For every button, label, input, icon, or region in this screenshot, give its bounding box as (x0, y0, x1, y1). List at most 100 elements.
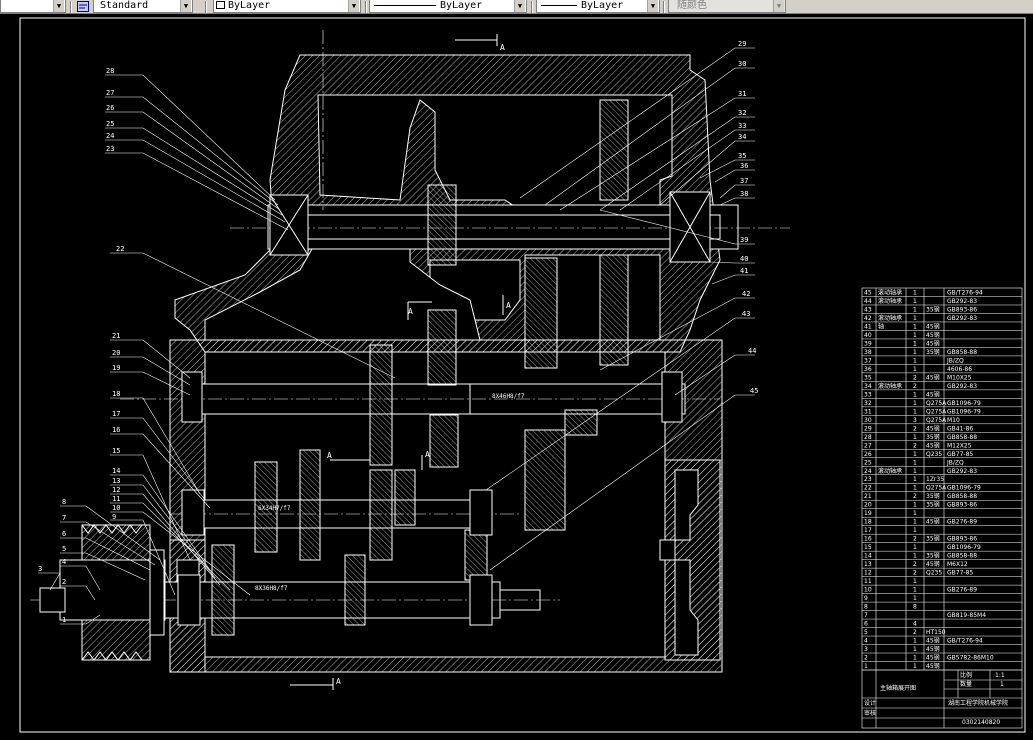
leader-number: 5 (62, 545, 66, 553)
bom-cell-std: GB858-88 (947, 553, 977, 560)
bom-cell-qty: 2 (913, 629, 917, 636)
bom-cell-no: 20 (864, 502, 872, 509)
bom-cell-no: 33 (864, 391, 872, 398)
leader-number: 25 (106, 120, 114, 128)
bom-cell-mat: Q275A (926, 417, 947, 424)
bom-cell-qty: 1 (913, 544, 917, 551)
bom-cell-mat: HT150 (926, 629, 946, 636)
bom-cell-no: 5 (864, 629, 868, 636)
bom-cell-mat: 35钢 (926, 552, 940, 560)
bom-frame (861, 287, 1023, 729)
toolbar-separator (70, 1, 72, 13)
bom-cell-qty: 8 (913, 604, 917, 611)
bom-cell-qty: 1 (913, 391, 917, 398)
bom-cell-std: GB893-86 (947, 536, 977, 543)
bom-cell-no: 35 (864, 374, 872, 381)
bom-cell-qty: 2 (913, 374, 917, 381)
dim-style-value: Standard (100, 0, 149, 11)
bom-cell-mat: 45钢 (926, 645, 940, 653)
bom-cell-no: 42 (864, 315, 872, 322)
leader-number: 14 (112, 467, 120, 475)
text-style-icon[interactable] (77, 1, 89, 12)
bom-cell-qty: 1 (913, 638, 917, 645)
bom-cell-std: GB292-83 (947, 468, 977, 475)
bom-cell-std: GB1096-79 (947, 400, 981, 407)
leader-number: 3 (38, 565, 42, 573)
section-label: A (408, 307, 413, 316)
bom-cell-qty: 1 (913, 519, 917, 526)
bom-cell-name: 滚动轴承 (878, 467, 902, 475)
bom-cell-qty: 1 (913, 306, 917, 313)
bom-cell-qty: 1 (913, 298, 917, 305)
bom-cell-no: 12 (864, 570, 872, 577)
leader-number: 32 (738, 109, 746, 117)
bom-cell-no: 1 (864, 663, 868, 670)
bom-cell-std: GB1096-79 (947, 408, 981, 415)
section-label: A (506, 301, 511, 310)
bom-cell-qty: 2 (913, 493, 917, 500)
leader-number: 11 (112, 495, 120, 503)
leader-number: 26 (106, 104, 114, 112)
text-style-dropdown-left[interactable]: ▼ (0, 0, 66, 13)
chevron-down-icon: ▼ (514, 0, 525, 12)
plotstyle-dropdown[interactable]: 随颜色 ▼ (668, 0, 786, 13)
leader-number: 19 (112, 364, 120, 372)
bom-cell-qty: 2 (913, 570, 917, 577)
leader-number: 30 (738, 60, 746, 68)
bom-cell-std: GB893-86 (947, 306, 977, 313)
bom-cell-no: 45 (864, 289, 872, 296)
linetype-dropdown[interactable]: ByLayer ▼ (369, 0, 527, 13)
bom-cell-no: 31 (864, 408, 872, 415)
bom-cell-no: 25 (864, 459, 872, 466)
bom-cell-qty: 1 (913, 400, 917, 407)
bill-of-materials (861, 287, 1023, 729)
leader-number: 33 (738, 122, 746, 130)
leader-number: 31 (738, 90, 746, 98)
leader-number: 9 (112, 513, 116, 521)
bom-cell-no: 18 (864, 519, 872, 526)
bom-cell-qty: 1 (913, 587, 917, 594)
bom-cell-std: GB5782-86M10 (947, 655, 994, 662)
sheet-label: 数量 (960, 680, 972, 688)
bom-cell-no: 3 (864, 646, 868, 653)
leader-number: 43 (742, 310, 750, 318)
bom-cell-std: GB1096-79 (947, 544, 981, 551)
bom-cell-std: GB292-83 (947, 298, 977, 305)
leader-number: 22 (116, 245, 124, 253)
leader-number: 39 (740, 236, 748, 244)
lineweight-dropdown[interactable]: ByLayer ▼ (536, 0, 660, 13)
bom-cell-std: GB/T276-94 (947, 289, 983, 296)
bom-cell-no: 41 (864, 323, 872, 330)
bom-cell-mat: 45钢 (926, 518, 940, 526)
section-label: A (327, 451, 332, 460)
leader-number: 15 (112, 447, 120, 455)
bom-cell-mat: 45钢 (926, 331, 940, 339)
bom-cell-std: JB/ZQ (946, 357, 964, 364)
dim-style-dropdown[interactable]: Standard ▼ (93, 0, 193, 13)
layer-color-dropdown[interactable]: ByLayer ▼ (213, 0, 361, 13)
bom-cell-qty: 1 (913, 323, 917, 330)
bom-cell-qty: 1 (913, 595, 917, 602)
properties-toolbar: ▼ Standard ▼ ByLayer ▼ ByLayer ▼ ByLayer… (0, 0, 1033, 14)
bom-cell-name: 滚动轴承 (878, 297, 902, 305)
leader-number: 36 (740, 162, 748, 170)
bom-cell-qty: 1 (913, 578, 917, 585)
bom-cell-mat: 45钢 (926, 339, 940, 347)
bom-cell-std: M6X12 (947, 561, 968, 568)
leader-number: 8 (62, 498, 66, 506)
bom-cell-mat: 45钢 (926, 662, 940, 670)
bom-cell-mat: 35钢 (926, 535, 940, 543)
bom-cell-no: 13 (864, 561, 872, 568)
bom-cell-qty: 1 (913, 332, 917, 339)
bom-cell-qty: 1 (913, 663, 917, 670)
bom-cell-no: 44 (864, 298, 872, 305)
bom-cell-mat: 35钢 (926, 501, 940, 509)
lineweight-preview (541, 4, 577, 6)
plotstyle-value: 随颜色 (677, 0, 707, 11)
leader-number: 1 (62, 616, 66, 624)
bom-cell-std: GB292-83 (947, 315, 977, 322)
bom-cell-no: 2 (864, 655, 868, 662)
bom-cell-qty: 4 (913, 621, 917, 628)
drawing-canvas[interactable]: A A A A A A 8X46H8/f7 6X34H7/f7 8X36H8/f… (0, 14, 1033, 740)
bom-cell-no: 40 (864, 332, 872, 339)
